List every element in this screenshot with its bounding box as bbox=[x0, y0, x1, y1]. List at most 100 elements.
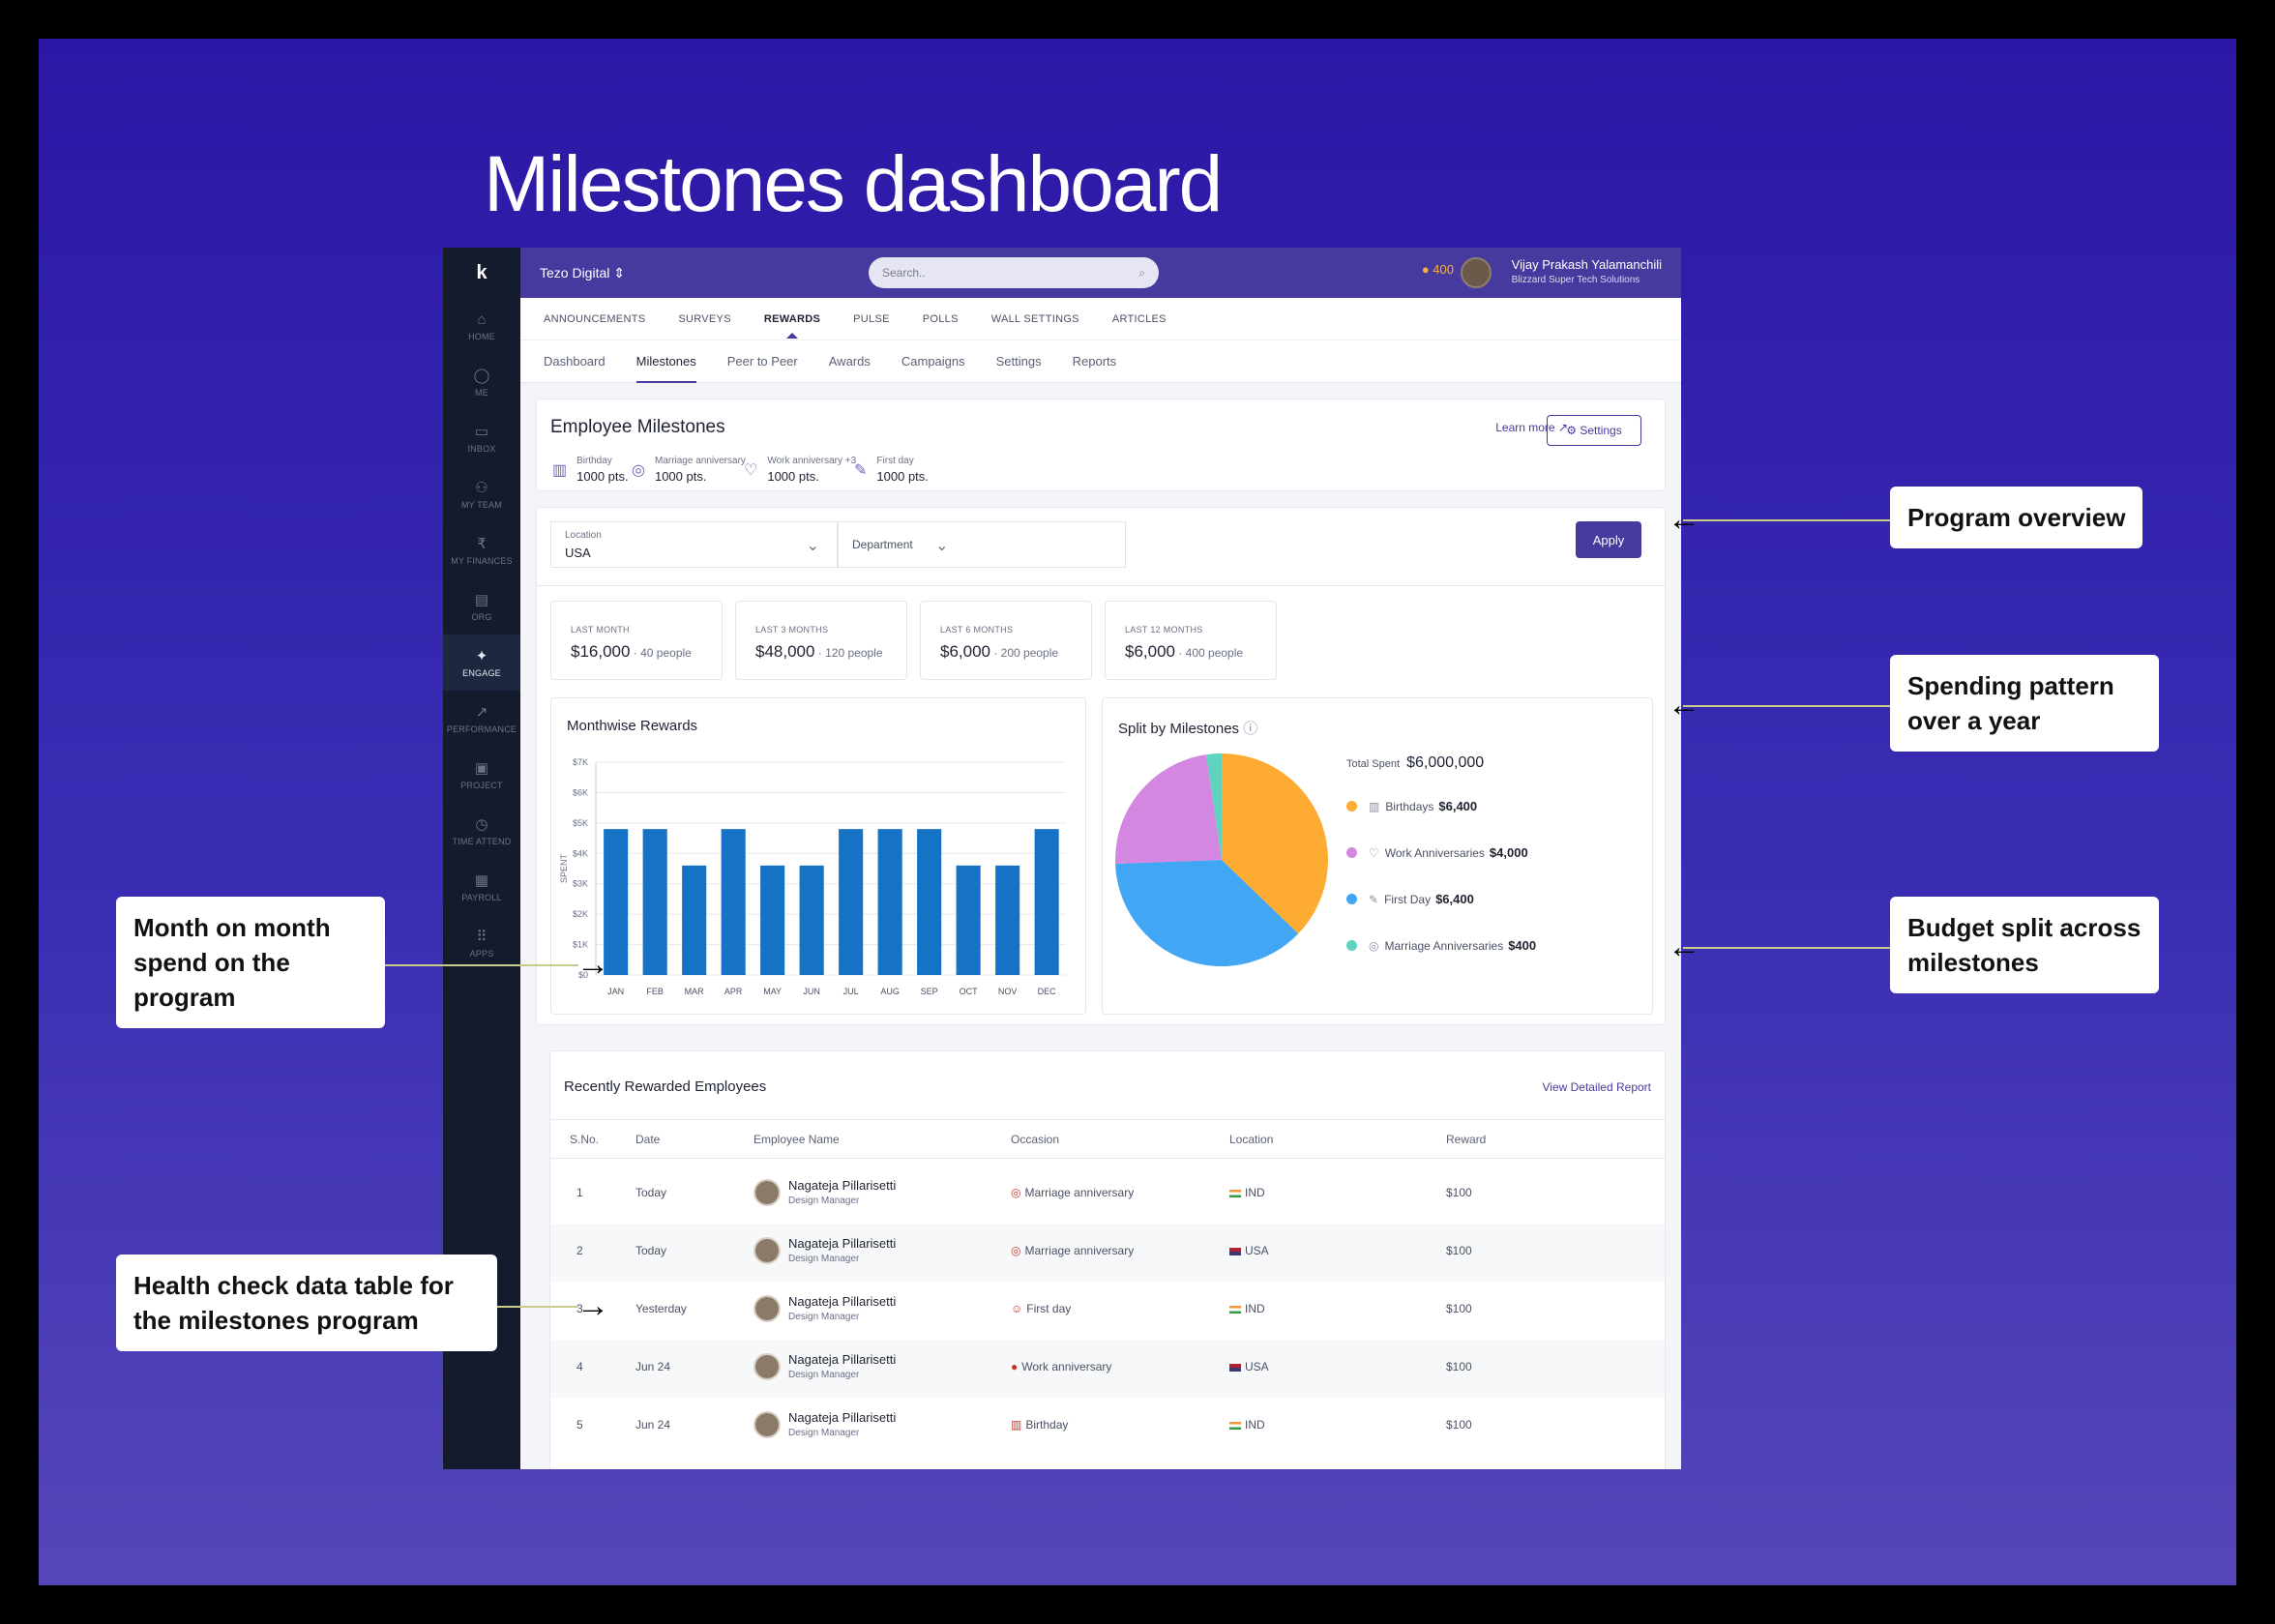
x-tick-label: SEP bbox=[921, 987, 938, 996]
subtab-milestones[interactable]: Milestones bbox=[635, 340, 696, 383]
rail-item-inbox[interactable]: ▭ INBOX bbox=[443, 410, 520, 466]
reward-cell: $100 bbox=[1446, 1302, 1472, 1315]
legend-item: ▥ Birthdays $6,400 bbox=[1346, 799, 1477, 813]
legend-item: ♡ Work Anniversaries $4,000 bbox=[1346, 845, 1528, 860]
bar-feb bbox=[642, 829, 667, 975]
total-spent: Total Spent $6,000,000 bbox=[1346, 754, 1485, 771]
engage-icon: ✦ bbox=[475, 647, 488, 664]
tab-surveys[interactable]: SURVEYS bbox=[678, 313, 730, 325]
table-row[interactable]: 3 Yesterday Nagateja Pillarisetti Design Ma… bbox=[550, 1282, 1665, 1340]
tab-articles[interactable]: ARTICLES bbox=[1112, 313, 1167, 325]
rail-item-time-attend[interactable]: ◷ TIME ATTEND bbox=[443, 803, 520, 859]
spend-section: Location USA ⌄ Department ⌄ Apply LAST M… bbox=[536, 507, 1666, 1025]
callout-health-check: Health check data table for the mileston… bbox=[116, 1255, 497, 1351]
tab-wall-settings[interactable]: WALL SETTINGS bbox=[991, 313, 1079, 325]
rail-item-me[interactable]: ◯ ME bbox=[443, 354, 520, 410]
tab-rewards[interactable]: REWARDS bbox=[764, 313, 820, 339]
x-tick-label: JUN bbox=[803, 987, 820, 996]
table-row[interactable]: 4 Jun 24 Nagateja Pillarisetti Design Manag… bbox=[550, 1340, 1665, 1398]
balloon-icon: ♡ bbox=[1369, 845, 1379, 860]
stat-people: · 120 people bbox=[814, 646, 883, 660]
location-cell: USA bbox=[1229, 1360, 1269, 1373]
stat-amount: $6,000 · 200 people bbox=[940, 642, 1059, 661]
subtab-campaigns[interactable]: Campaigns bbox=[901, 340, 965, 383]
y-tick-label: $5K bbox=[573, 818, 588, 828]
rail-item-performance[interactable]: ↗ PERFORMANCE bbox=[443, 691, 520, 747]
column-header[interactable]: Occasion bbox=[1011, 1133, 1059, 1146]
user-info[interactable]: Vijay Prakash Yalamanchili Blizzard Supe… bbox=[1512, 257, 1662, 285]
callout-line bbox=[1683, 705, 1890, 707]
rail-item-engage[interactable]: ✦ ENGAGE bbox=[443, 635, 520, 691]
table-row[interactable]: 1 Today Nagateja Pillarisetti Design Manage… bbox=[550, 1166, 1665, 1224]
occasion-cell: ☺ First day bbox=[1011, 1302, 1072, 1315]
column-header[interactable]: Date bbox=[635, 1133, 660, 1146]
stat-period: LAST 6 MONTHS bbox=[940, 625, 1014, 635]
employee-cell: Nagateja Pillarisetti Design Manager bbox=[753, 1410, 896, 1438]
row-date: Yesterday bbox=[635, 1302, 687, 1315]
search-input[interactable]: Search.. ⌕ bbox=[869, 257, 1159, 288]
row-number: 2 bbox=[576, 1244, 583, 1257]
column-header[interactable]: Employee Name bbox=[753, 1133, 840, 1146]
rail-item-project[interactable]: ▣ PROJECT bbox=[443, 747, 520, 803]
employee-role: Design Manager bbox=[788, 1428, 860, 1438]
rail-item-my-finances[interactable]: ₹ MY FINANCES bbox=[443, 522, 520, 578]
program-overview-card: Employee Milestones Learn more ↗ ⚙ Setti… bbox=[536, 399, 1666, 491]
avatar bbox=[753, 1294, 781, 1322]
employee-role: Design Manager bbox=[788, 1196, 860, 1206]
x-tick-label: MAY bbox=[763, 987, 782, 996]
x-tick-label: FEB bbox=[646, 987, 664, 996]
occasion-cell: ◎ Marriage anniversary bbox=[1011, 1244, 1135, 1257]
column-header[interactable]: Reward bbox=[1446, 1133, 1486, 1146]
x-tick-label: JAN bbox=[607, 987, 624, 996]
arrow-left-icon: ← bbox=[1668, 687, 1700, 723]
apply-button[interactable]: Apply bbox=[1576, 521, 1641, 558]
legend-item: ◎ Marriage Anniversaries $400 bbox=[1346, 938, 1536, 953]
milestone-item: ◎ Marriage anniversary 1000 pts. bbox=[632, 456, 746, 484]
table-row[interactable]: 5 Jun 24 Nagateja Pillarisetti Design Manag… bbox=[550, 1398, 1665, 1456]
rail-item-home[interactable]: ⌂ HOME bbox=[443, 298, 520, 354]
occasion-cell: ◎ Marriage anniversary bbox=[1011, 1186, 1135, 1199]
settings-button[interactable]: ⚙ Settings bbox=[1547, 415, 1641, 446]
callout-line bbox=[1683, 519, 1890, 521]
tab-pulse[interactable]: PULSE bbox=[853, 313, 890, 325]
rail-item-apps[interactable]: ⠿ APPS bbox=[443, 915, 520, 971]
occasion-cell: ▥ Birthday bbox=[1011, 1418, 1069, 1432]
column-header[interactable]: Location bbox=[1229, 1133, 1273, 1146]
org-switcher[interactable]: Tezo Digital ⇕ bbox=[540, 265, 625, 281]
card-title: Employee Milestones bbox=[550, 417, 725, 437]
view-report-link[interactable]: View Detailed Report bbox=[1542, 1080, 1651, 1094]
subtab-awards[interactable]: Awards bbox=[829, 340, 871, 383]
row-date: Today bbox=[635, 1244, 667, 1257]
subtab-peer-to-peer[interactable]: Peer to Peer bbox=[727, 340, 798, 383]
cake-icon: ▥ bbox=[1369, 799, 1380, 813]
department-dropdown[interactable]: Department ⌄ bbox=[838, 521, 1126, 568]
x-tick-label: APR bbox=[724, 987, 743, 996]
coin-icon: ● bbox=[1421, 262, 1430, 277]
rail-label: HOME bbox=[468, 331, 495, 341]
column-header[interactable]: S.No. bbox=[570, 1133, 599, 1146]
location-dropdown[interactable]: Location USA ⌄ bbox=[550, 521, 838, 568]
tab-announcements[interactable]: ANNOUNCEMENTS bbox=[544, 313, 645, 325]
rail-item-org[interactable]: ▤ ORG bbox=[443, 578, 520, 635]
avatar bbox=[753, 1352, 781, 1380]
y-tick-label: $4K bbox=[573, 848, 588, 858]
rail-item-payroll[interactable]: ▦ PAYROLL bbox=[443, 859, 520, 915]
rewarded-table-card: Recently Rewarded Employees View Detaile… bbox=[549, 1050, 1666, 1469]
arrow-left-icon: ← bbox=[1668, 501, 1700, 538]
tab-polls[interactable]: POLLS bbox=[923, 313, 959, 325]
legend-label: Work Anniversaries bbox=[1384, 845, 1485, 860]
employee-cell: Nagateja Pillarisetti Design Manager bbox=[753, 1352, 896, 1380]
callout-line bbox=[1683, 947, 1890, 949]
subtab-dashboard[interactable]: Dashboard bbox=[544, 340, 606, 383]
subtab-settings[interactable]: Settings bbox=[996, 340, 1042, 383]
y-tick-label: $3K bbox=[573, 879, 588, 889]
rail-item-my-team[interactable]: ⚇ MY TEAM bbox=[443, 466, 520, 522]
subtab-reports[interactable]: Reports bbox=[1073, 340, 1117, 383]
avatar[interactable] bbox=[1461, 257, 1492, 288]
flag-icon bbox=[1229, 1247, 1241, 1255]
app-logo[interactable]: k bbox=[443, 248, 520, 298]
rings-icon: ◎ bbox=[1369, 938, 1379, 953]
employee-role: Design Manager bbox=[788, 1254, 860, 1264]
table-row[interactable]: 2 Today Nagateja Pillarisetti Design Manage… bbox=[550, 1224, 1665, 1282]
finances-icon: ₹ bbox=[477, 535, 487, 552]
